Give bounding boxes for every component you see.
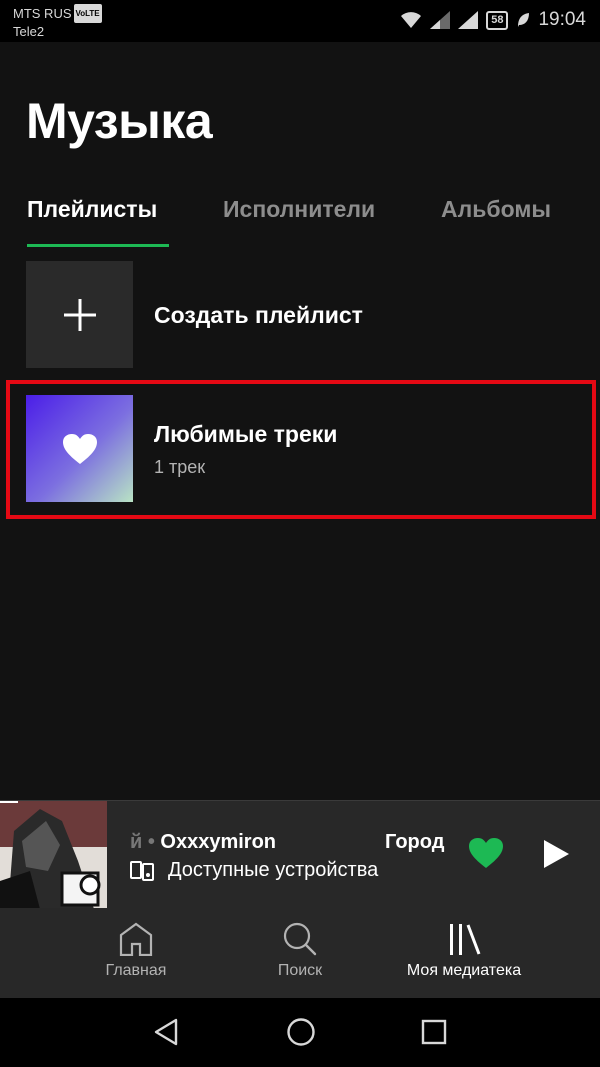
carrier-info: MTS RUS VoLTE Tele2	[13, 4, 102, 40]
nav-home[interactable]: Главная	[86, 908, 186, 998]
tab-albums[interactable]: Альбомы	[441, 196, 551, 223]
create-playlist-thumb	[26, 261, 133, 368]
now-playing-title: Город	[385, 831, 445, 853]
back-icon[interactable]	[153, 1018, 179, 1046]
mini-player[interactable]: й • Oxxxymiron Город Доступные устройств…	[0, 800, 600, 909]
active-tab-indicator	[27, 244, 169, 247]
bottom-navigation: Главная Поиск Моя медиатека	[0, 908, 600, 998]
nav-search-label: Поиск	[277, 962, 323, 979]
wifi-icon	[401, 12, 422, 28]
signal-icon	[430, 11, 451, 29]
nav-library-label: Моя медиатека	[406, 962, 522, 979]
battery-indicator: 58	[486, 10, 509, 30]
search-icon	[283, 922, 317, 956]
nav-home-label: Главная	[105, 962, 167, 979]
signal-icon-2	[458, 11, 479, 29]
nav-search[interactable]: Поиск	[250, 908, 350, 998]
leaf-icon	[518, 13, 530, 27]
playback-progress	[0, 801, 18, 803]
now-playing-artist: й • Oxxxymiron	[130, 831, 276, 854]
album-cover	[0, 801, 107, 909]
home-circle-icon[interactable]	[286, 1017, 316, 1047]
tab-playlists[interactable]: Плейлисты	[27, 196, 157, 223]
devices-icon	[130, 860, 154, 881]
home-icon	[119, 922, 153, 956]
system-navigation-bar	[0, 998, 600, 1067]
volte-badge: VoLTE	[73, 4, 102, 23]
create-playlist-label: Создать плейлист	[154, 302, 363, 328]
library-tabs: Плейлисты Исполнители Альбомы	[0, 196, 600, 250]
carrier-2: Tele2	[13, 24, 45, 39]
devices-label: Доступные устройства	[168, 859, 379, 881]
now-playing-prefix: й •	[130, 831, 161, 853]
play-button[interactable]	[542, 839, 570, 869]
create-playlist-row[interactable]: Создать плейлист	[26, 261, 586, 369]
highlight-frame	[6, 380, 596, 519]
status-bar: MTS RUS VoLTE Tele2 58 19:04	[0, 0, 600, 42]
devices-button[interactable]: Доступные устройства	[130, 859, 378, 882]
library-icon	[450, 924, 481, 955]
status-icons: 58 19:04	[400, 9, 586, 31]
plus-icon	[63, 298, 96, 331]
nav-library[interactable]: Моя медиатека	[394, 908, 534, 998]
like-heart-icon[interactable]	[468, 837, 504, 869]
carrier-1: MTS RUS	[13, 6, 72, 21]
tab-artists[interactable]: Исполнители	[223, 196, 375, 223]
clock: 19:04	[538, 9, 586, 30]
recents-icon[interactable]	[421, 1019, 447, 1045]
artist-name: Oxxxymiron	[160, 831, 277, 853]
page-title: Музыка	[26, 93, 213, 149]
